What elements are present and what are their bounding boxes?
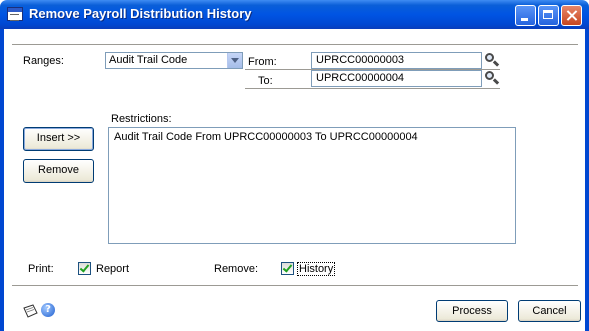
remove-label: Remove: bbox=[214, 263, 259, 275]
from-field[interactable]: UPRCC00000003 bbox=[311, 52, 482, 69]
to-lookup-icon[interactable] bbox=[483, 70, 500, 87]
restrictions-label: Restrictions: bbox=[111, 113, 172, 125]
bottom-divider bbox=[12, 285, 578, 287]
ranges-label: Ranges: bbox=[23, 55, 64, 67]
report-checkbox[interactable] bbox=[78, 262, 91, 275]
window-title: Remove Payroll Distribution History bbox=[29, 6, 252, 21]
history-checkbox[interactable] bbox=[281, 262, 294, 275]
note-icon[interactable] bbox=[22, 304, 39, 319]
title-bar[interactable]: Remove Payroll Distribution History bbox=[0, 0, 589, 29]
close-button[interactable] bbox=[561, 5, 582, 26]
process-button[interactable]: Process bbox=[436, 300, 508, 322]
restriction-item[interactable]: Audit Trail Code From UPRCC00000003 To U… bbox=[114, 131, 510, 143]
top-divider bbox=[12, 44, 578, 46]
window-frame-right bbox=[585, 29, 589, 331]
help-icon[interactable]: ? bbox=[41, 303, 55, 317]
window-icon bbox=[7, 7, 23, 21]
chevron-down-icon[interactable] bbox=[227, 53, 242, 68]
insert-button[interactable]: Insert >> bbox=[23, 127, 94, 151]
cancel-button[interactable]: Cancel bbox=[518, 300, 581, 322]
from-label: From: bbox=[248, 56, 277, 68]
remove-button-label: Remove bbox=[38, 164, 79, 176]
ranges-selected-value: Audit Trail Code bbox=[109, 54, 188, 66]
to-label: To: bbox=[258, 75, 273, 87]
print-label: Print: bbox=[28, 263, 54, 275]
restrictions-list[interactable]: Audit Trail Code From UPRCC00000003 To U… bbox=[108, 127, 516, 244]
remove-payroll-distribution-history-window: Remove Payroll Distribution History Rang… bbox=[0, 0, 589, 331]
ranges-dropdown[interactable]: Audit Trail Code bbox=[105, 52, 243, 69]
minimize-button[interactable] bbox=[515, 5, 536, 26]
history-label: History bbox=[297, 262, 336, 276]
report-label: Report bbox=[96, 263, 130, 275]
window-frame-left bbox=[0, 29, 4, 331]
to-underline bbox=[245, 88, 500, 89]
maximize-button[interactable] bbox=[538, 5, 559, 26]
to-field[interactable]: UPRCC00000004 bbox=[311, 70, 482, 87]
remove-button[interactable]: Remove bbox=[23, 159, 94, 183]
from-lookup-icon[interactable] bbox=[483, 52, 500, 69]
